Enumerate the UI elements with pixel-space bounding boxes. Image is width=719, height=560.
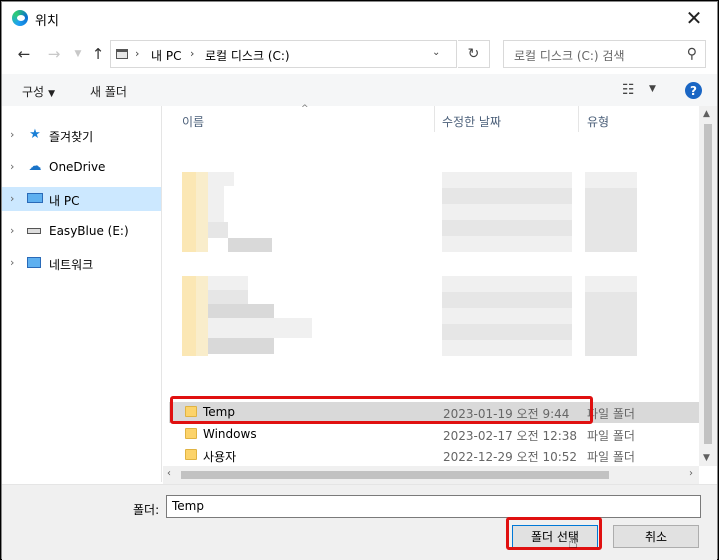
arrow-left-icon: ←: [17, 45, 31, 63]
sidebar-item-quick-access[interactable]: › ★ 즐겨찾기: [2, 123, 161, 147]
temp-row-highlight-annotation: [170, 396, 593, 424]
chevron-right-icon[interactable]: ›: [10, 192, 14, 205]
refresh-icon: ↻: [467, 46, 480, 62]
chevron-right-icon[interactable]: ›: [10, 128, 14, 141]
window-title: 위치: [35, 14, 59, 29]
search-placeholder: 로컬 디스크 (C:) 검색: [514, 49, 625, 63]
close-button[interactable]: ✕: [671, 2, 717, 34]
vertical-scrollbar[interactable]: ▲ ▼: [699, 106, 717, 466]
sidebar-item-label: 즐겨찾기: [49, 130, 94, 144]
navigation-bar: ← → ▼ ↑ › 내 PC › 로컬 디스크 (C:) ⌄ ↻ 로컬 디스크 …: [2, 38, 717, 70]
file-type: 파일 폴더: [587, 407, 635, 421]
sidebar-item-label: EasyBlue (E:): [49, 224, 129, 238]
sidebar-item-easyblue-drive[interactable]: › EasyBlue (E:): [2, 219, 161, 243]
sort-ascending-icon: ^: [301, 104, 309, 114]
refresh-button[interactable]: ↻: [458, 40, 490, 68]
address-bar[interactable]: › 내 PC › 로컬 디스크 (C:) ⌄: [110, 40, 457, 68]
sidebar-item-label: 네트워크: [49, 258, 94, 272]
search-icon: ⚲: [686, 46, 697, 62]
sidebar-item-network[interactable]: › 네트워크: [2, 251, 161, 275]
file-type: 파일 폴더: [587, 450, 635, 464]
close-icon: ✕: [685, 6, 703, 30]
horizontal-scrollbar[interactable]: ‹ ›: [163, 466, 699, 484]
folder-field-label: 폴더:: [133, 503, 160, 517]
computer-icon: [27, 192, 43, 206]
folder-name-input[interactable]: Temp: [166, 495, 701, 518]
column-divider[interactable]: [578, 106, 579, 132]
file-type: 파일 폴더: [587, 429, 635, 443]
breadcrumb-this-pc[interactable]: 내 PC: [151, 47, 181, 64]
sidebar-item-onedrive[interactable]: › ☁ OneDrive: [2, 155, 161, 179]
select-button-highlight-annotation: [506, 517, 602, 550]
file-row-users[interactable]: 사용자 2022-12-29 오전 10:52 파일 폴더: [169, 445, 699, 466]
folder-picker-dialog: 위치 ✕ ← → ▼ ↑ › 내 PC › 로컬 디스크 (C:) ⌄ ↻ 로컬…: [1, 1, 718, 560]
cancel-button[interactable]: 취소: [613, 525, 699, 548]
folder-icon: [185, 449, 197, 460]
drive-icon: [27, 224, 43, 238]
up-button[interactable]: ↑: [88, 44, 108, 64]
breadcrumb-separator-icon: ›: [135, 47, 140, 60]
scroll-down-icon[interactable]: ▼: [703, 453, 710, 463]
network-icon: [27, 256, 43, 270]
back-button[interactable]: ←: [14, 44, 34, 64]
file-date: 2023-02-17 오전 12:38: [443, 429, 578, 443]
caret-down-icon[interactable]: ▼: [649, 84, 656, 94]
scroll-up-icon[interactable]: ▲: [703, 109, 710, 119]
caret-down-icon: ▼: [48, 89, 56, 99]
file-date: 2022-12-29 오전 10:52: [443, 450, 578, 464]
forward-button[interactable]: →: [44, 44, 64, 64]
column-divider[interactable]: [434, 106, 435, 132]
chevron-down-icon: ▼: [74, 49, 82, 59]
chevron-right-icon[interactable]: ›: [10, 224, 14, 237]
sidebar-item-label: 내 PC: [49, 194, 80, 208]
sidebar-item-label: OneDrive: [49, 160, 106, 174]
arrow-up-icon: ↑: [91, 45, 105, 63]
edge-app-icon: [12, 10, 28, 26]
column-header-date[interactable]: 수정한 날짜: [442, 113, 501, 130]
chevron-right-icon[interactable]: ›: [10, 256, 14, 269]
chevron-right-icon[interactable]: ›: [10, 160, 14, 173]
cloud-icon: ☁: [28, 159, 42, 174]
navigation-pane: › ★ 즐겨찾기 › ☁ OneDrive › 내 PC › EasyBlue …: [2, 106, 162, 482]
dialog-footer: 폴더: Temp 폴더 선택 취소: [2, 484, 717, 560]
breadcrumb-local-disk[interactable]: 로컬 디스크 (C:): [205, 47, 290, 64]
new-folder-button[interactable]: 새 폴더: [90, 83, 127, 100]
search-input[interactable]: 로컬 디스크 (C:) 검색 ⚲: [503, 40, 706, 68]
help-icon[interactable]: ?: [685, 82, 702, 99]
file-name: 사용자: [203, 450, 237, 464]
title-bar: 위치 ✕: [2, 2, 717, 34]
mouse-cursor-icon: ☝: [568, 533, 578, 552]
organize-button[interactable]: 구성 ▼: [22, 83, 55, 100]
file-name: Windows: [203, 427, 257, 441]
column-header-name[interactable]: 이름: [182, 113, 204, 130]
organize-label: 구성: [22, 85, 45, 99]
scroll-right-icon[interactable]: ›: [689, 468, 693, 479]
sidebar-item-this-pc[interactable]: › 내 PC: [2, 187, 161, 211]
scroll-left-icon[interactable]: ‹: [167, 468, 171, 479]
folder-icon: [185, 428, 197, 439]
drive-icon: [116, 49, 128, 59]
star-icon: ★: [29, 127, 41, 142]
scrollbar-thumb[interactable]: [181, 471, 609, 479]
view-options-icon[interactable]: ☷: [622, 82, 635, 98]
file-row-windows[interactable]: Windows 2023-02-17 오전 12:38 파일 폴더: [169, 424, 699, 445]
scrollbar-thumb[interactable]: [704, 124, 712, 444]
address-dropdown-icon[interactable]: ⌄: [432, 47, 440, 58]
breadcrumb-separator-icon: ›: [190, 47, 195, 60]
command-bar: 구성 ▼ 새 폴더 ☷ ▼ ?: [2, 74, 717, 106]
recent-locations-button[interactable]: ▼: [68, 44, 88, 64]
arrow-right-icon: →: [47, 45, 61, 63]
column-header-type[interactable]: 유형: [587, 113, 609, 130]
